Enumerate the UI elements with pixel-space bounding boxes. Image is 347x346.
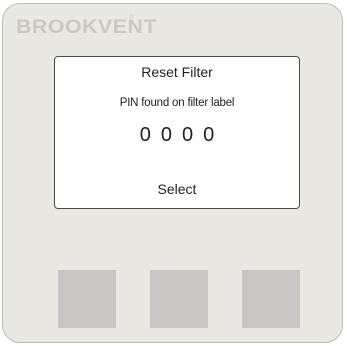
left-hardware-button[interactable] bbox=[58, 270, 116, 328]
registered-mark: ® bbox=[129, 15, 134, 21]
device-panel: BROOKVENT ® Reset Filter PIN found on fi… bbox=[2, 3, 343, 343]
pin-digit-3[interactable]: 0 bbox=[182, 124, 193, 147]
brand-logo: BROOKVENT bbox=[16, 17, 158, 38]
pin-entry[interactable]: 0 0 0 0 bbox=[55, 124, 299, 147]
pin-digit-1[interactable]: 0 bbox=[140, 124, 151, 147]
right-hardware-button[interactable] bbox=[242, 270, 300, 328]
pin-instruction: PIN found on filter label bbox=[119, 97, 235, 109]
pin-digit-2[interactable]: 0 bbox=[161, 124, 172, 147]
pin-digit-4[interactable]: 0 bbox=[203, 124, 214, 147]
screen-title: Reset Filter bbox=[141, 64, 213, 80]
display-screen: Reset Filter PIN found on filter label 0… bbox=[54, 56, 300, 209]
select-option[interactable]: Select bbox=[55, 181, 299, 197]
middle-hardware-button[interactable] bbox=[150, 270, 208, 328]
